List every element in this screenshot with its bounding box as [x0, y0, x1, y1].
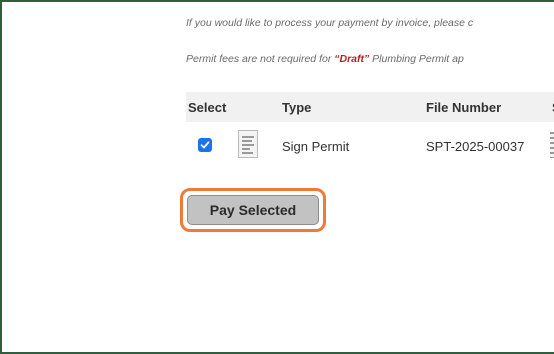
pay-selected-button[interactable]: Pay Selected: [187, 195, 319, 225]
fees-note-prefix: Permit fees are not required for: [186, 53, 335, 65]
document-icon[interactable]: [238, 130, 258, 158]
invoice-note-text: If you would like to process your paymen…: [186, 17, 474, 29]
row-file-number: SPT-2025-00037: [426, 139, 525, 154]
invoice-note: If you would like to process your paymen…: [186, 17, 554, 29]
row-select-checkbox[interactable]: [198, 138, 212, 152]
header-select: Select: [188, 100, 227, 115]
draft-label: “Draft”: [334, 53, 370, 65]
pay-selected-highlight: Pay Selected: [180, 188, 326, 232]
header-file-number: File Number: [426, 100, 502, 115]
table-row: Sign Permit SPT-2025-00037: [186, 128, 554, 162]
fees-note: Permit fees are not required for “Draft”…: [186, 53, 554, 65]
row-type: Sign Permit: [282, 139, 350, 154]
fees-note-suffix: Plumbing Permit ap: [369, 53, 464, 65]
header-type: Type: [282, 100, 312, 115]
table-header: Select Type File Number S: [186, 92, 554, 122]
truncated-document-icon: [550, 132, 554, 158]
checkmark-icon: [200, 141, 210, 149]
frame-border-top: [0, 0, 554, 2]
frame-border-left: [0, 0, 2, 354]
